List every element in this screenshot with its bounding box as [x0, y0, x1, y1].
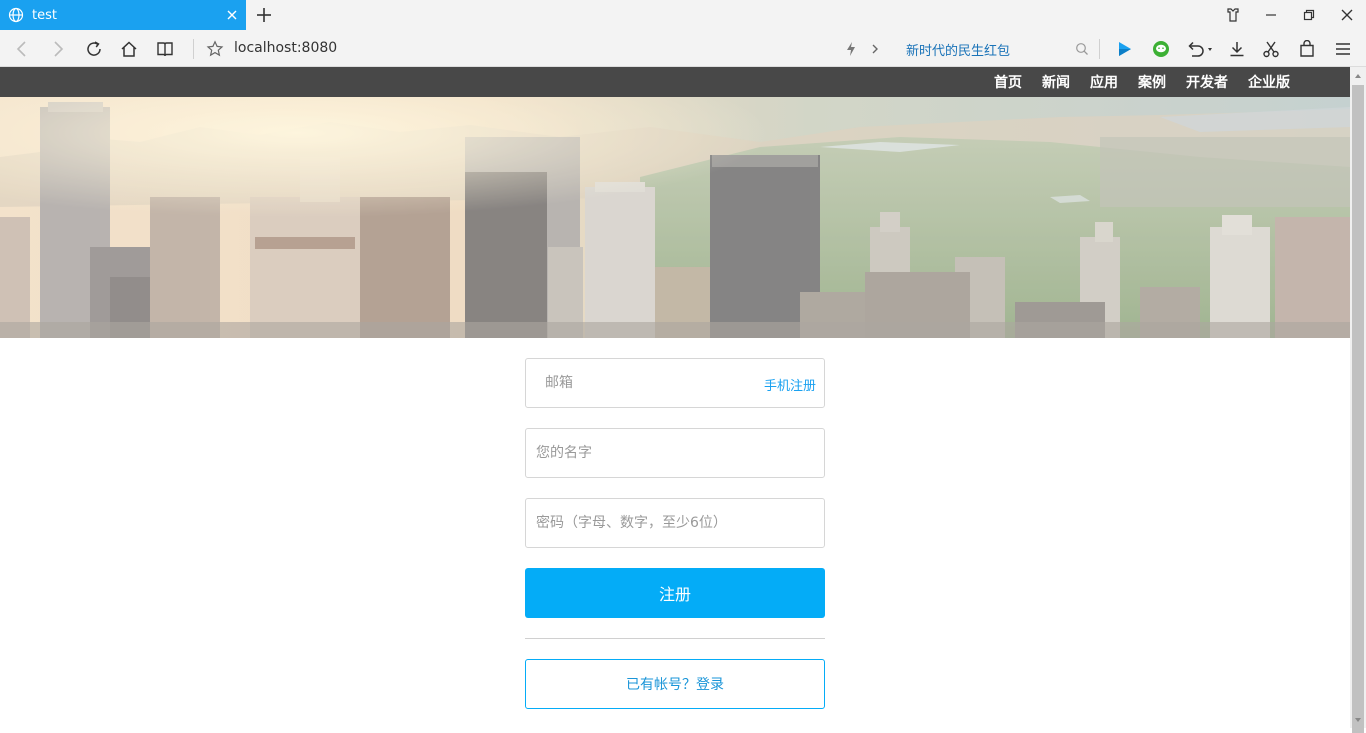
menu-button[interactable]	[1332, 38, 1354, 60]
name-field	[525, 428, 825, 478]
chevron-right-icon	[872, 44, 878, 54]
expand-button[interactable]	[864, 38, 886, 60]
reload-icon	[87, 41, 101, 56]
hero-cityscape-image	[0, 97, 1350, 338]
browser-toolbar: localhost:8080 新时代的民生红包	[0, 30, 1366, 67]
nav-item-developer[interactable]: 开发者	[1186, 72, 1228, 92]
address-bar[interactable]: localhost:8080	[234, 40, 337, 56]
back-button[interactable]	[11, 38, 33, 60]
chevron-left-icon	[16, 41, 26, 57]
browser-tab-bar: test	[0, 0, 1366, 30]
reload-button[interactable]	[83, 38, 105, 60]
chevron-right-icon	[54, 41, 64, 57]
nav-item-home[interactable]: 首页	[994, 72, 1022, 92]
download-button[interactable]	[1226, 38, 1248, 60]
page-viewport: 首页 新闻 应用 案例 开发者 企业版 邮箱 手机注册 您的名字 注册 已有帐号…	[0, 67, 1350, 728]
toolbar-divider	[193, 39, 194, 59]
close-icon	[1341, 9, 1353, 21]
home-icon	[121, 41, 137, 57]
lightning-icon	[847, 42, 855, 56]
wechat-icon	[1153, 41, 1169, 57]
tab-title: test	[32, 7, 57, 23]
undo-close-button[interactable]	[1184, 38, 1216, 60]
restore-button[interactable]	[1290, 0, 1328, 30]
scroll-up-arrow-icon[interactable]	[1354, 72, 1362, 80]
play-icon	[1119, 42, 1131, 56]
restore-icon	[1303, 9, 1315, 21]
scissors-icon	[1263, 41, 1279, 58]
login-button[interactable]: 已有帐号？登录	[525, 659, 825, 709]
minimize-button[interactable]	[1252, 0, 1290, 30]
undo-icon	[1188, 41, 1212, 57]
register-button[interactable]: 注册	[525, 568, 825, 618]
search-button[interactable]	[1071, 38, 1093, 60]
globe-icon	[8, 7, 24, 23]
wechat-button[interactable]	[1150, 38, 1172, 60]
skin-button[interactable]	[1214, 0, 1252, 30]
password-field	[525, 498, 825, 548]
password-input[interactable]	[526, 499, 824, 547]
top-navigation: 首页 新闻 应用 案例 开发者 企业版	[0, 67, 1350, 97]
forward-button[interactable]	[47, 38, 69, 60]
bag-icon	[1300, 40, 1314, 57]
name-input[interactable]	[526, 429, 824, 477]
news-link[interactable]: 新时代的民生红包	[906, 40, 1010, 59]
nav-item-enterprise[interactable]: 企业版	[1248, 72, 1290, 92]
form-divider	[525, 638, 825, 639]
nav-item-apps[interactable]: 应用	[1090, 72, 1118, 92]
nav-item-cases[interactable]: 案例	[1138, 72, 1166, 92]
home-button[interactable]	[118, 38, 140, 60]
scrollbar-thumb[interactable]	[1352, 85, 1364, 733]
book-icon	[157, 42, 173, 57]
close-window-button[interactable]	[1328, 0, 1366, 30]
register-form: 手机注册 注册 已有帐号？登录	[525, 358, 825, 709]
scroll-down-arrow-icon[interactable]	[1354, 716, 1362, 724]
screenshot-button[interactable]	[1260, 38, 1282, 60]
bookmark-button[interactable]	[204, 38, 226, 60]
reading-mode-button[interactable]	[154, 38, 176, 60]
browser-tab[interactable]: test	[0, 0, 246, 30]
shirt-icon	[1227, 8, 1239, 22]
video-button[interactable]	[1114, 38, 1136, 60]
minimize-icon	[1266, 14, 1276, 16]
apps-button[interactable]	[1296, 38, 1318, 60]
vertical-scrollbar[interactable]	[1350, 67, 1366, 733]
email-field: 手机注册	[525, 358, 825, 408]
mobile-register-link[interactable]: 手机注册	[764, 375, 816, 394]
close-tab-icon[interactable]	[226, 9, 238, 21]
star-icon	[206, 40, 224, 57]
menu-icon	[1336, 43, 1350, 55]
lightning-button[interactable]	[840, 38, 862, 60]
search-icon	[1076, 43, 1088, 55]
nav-item-news[interactable]: 新闻	[1042, 72, 1070, 92]
new-tab-icon[interactable]	[254, 5, 274, 25]
download-icon	[1230, 42, 1244, 57]
toolbar-divider	[1099, 39, 1100, 59]
